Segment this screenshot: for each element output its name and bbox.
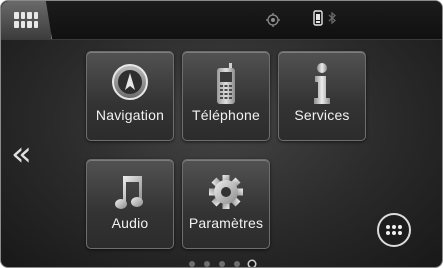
page-dot[interactable] [189,261,195,267]
page-dot[interactable] [204,261,210,267]
apps-button[interactable] [377,213,411,247]
tile-label: Services [294,107,350,123]
gear-icon [183,170,269,214]
gps-signal-icon [266,11,280,29]
page-indicator [189,261,255,267]
page-dot[interactable] [234,261,240,267]
info-icon [279,62,365,106]
page-dot[interactable] [219,261,225,267]
home-screen: Navigation Téléphone Services Audio Para… [0,0,443,268]
tile-label: Audio [111,215,149,231]
tile-label: Paramètres [188,215,264,231]
bluetooth-icon [327,11,337,30]
phone-battery-icon [313,9,323,31]
tile-phone[interactable]: Téléphone [182,51,270,141]
tile-audio[interactable]: Audio [86,159,174,249]
music-note-icon [87,170,173,214]
navigation-icon [87,62,173,106]
tile-services[interactable]: Services [278,51,366,141]
tile-label: Navigation [95,107,165,123]
tile-navigation[interactable]: Navigation [86,51,174,141]
phone-status [313,9,337,31]
tile-settings[interactable]: Paramètres [182,159,270,249]
page-dot-active[interactable] [249,261,255,267]
apps-grid-icon [386,225,402,235]
home-grid-icon [14,12,38,28]
home-button[interactable] [1,1,52,39]
double-chevron-left-icon[interactable]: « [11,137,32,171]
tile-label: Téléphone [192,107,260,123]
status-bar [1,1,442,40]
phone-icon [183,62,269,106]
